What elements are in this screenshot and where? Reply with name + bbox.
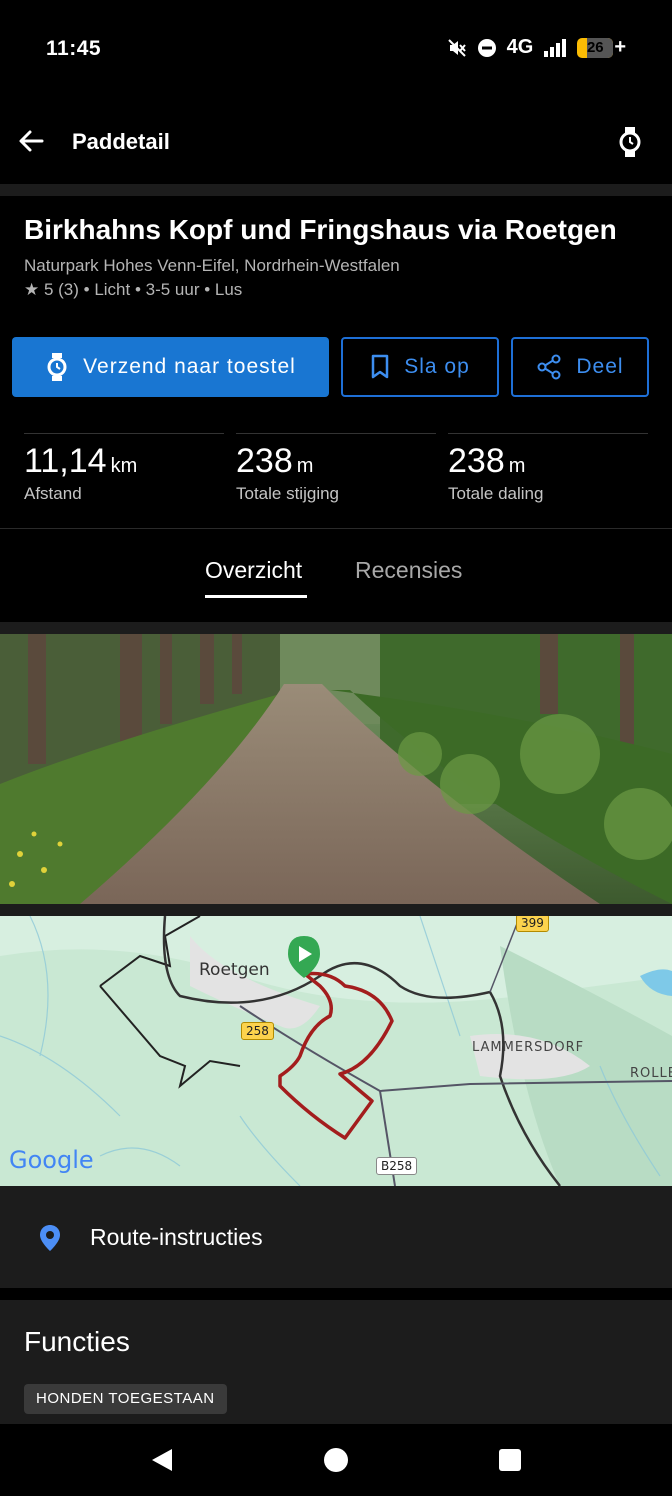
stat-descent: 238 m Totale daling bbox=[448, 433, 648, 513]
trail-location: Naturpark Hohes Venn-Eifel, Nordrhein-We… bbox=[24, 256, 400, 275]
circle-home-icon bbox=[324, 1448, 348, 1472]
status-time: 11:45 bbox=[46, 37, 102, 60]
active-tab-indicator bbox=[205, 595, 307, 598]
do-not-disturb-icon bbox=[477, 38, 497, 58]
send-to-device-label: Verzend naar toestel bbox=[83, 355, 296, 378]
features-title: Functies bbox=[24, 1326, 130, 1357]
nav-home-button[interactable] bbox=[322, 1446, 350, 1474]
divider bbox=[0, 904, 672, 916]
google-logo: Google bbox=[9, 1146, 94, 1174]
app-bar: Paddetail bbox=[0, 100, 672, 184]
stat-unit: km bbox=[110, 455, 138, 477]
share-button[interactable]: Deel bbox=[511, 337, 649, 397]
back-button[interactable] bbox=[16, 126, 46, 156]
stat-unit: m bbox=[508, 455, 526, 477]
stat-unit: m bbox=[296, 455, 314, 477]
watch-button[interactable] bbox=[616, 126, 644, 158]
watch-icon bbox=[619, 127, 641, 157]
stat-distance: 11,14 km Afstand bbox=[24, 433, 224, 513]
bookmark-icon bbox=[371, 354, 389, 379]
divider bbox=[0, 1288, 672, 1300]
send-to-device-button[interactable]: Verzend naar toestel bbox=[12, 337, 329, 397]
save-label: Sla op bbox=[404, 355, 470, 378]
page-title: Paddetail bbox=[72, 129, 170, 154]
stat-label: Afstand bbox=[24, 484, 82, 503]
stat-value: 11,14 bbox=[24, 442, 107, 480]
feature-chip: HONDEN TOEGESTAAN bbox=[24, 1384, 227, 1414]
stat-label: Totale daling bbox=[448, 484, 544, 503]
mute-icon bbox=[447, 38, 467, 58]
map-label-rolle: ROLLE bbox=[630, 1066, 672, 1081]
watch-icon bbox=[47, 353, 67, 381]
status-icons: 4G 26 + bbox=[447, 36, 626, 59]
nav-recents-button[interactable] bbox=[496, 1446, 524, 1474]
divider bbox=[0, 184, 672, 196]
tab-bar: Overzicht Recensies bbox=[0, 528, 672, 622]
trail-header: Birkhahns Kopf und Fringshaus via Roetge… bbox=[0, 196, 672, 528]
system-nav-bar bbox=[0, 1424, 672, 1496]
battery-level: 26 bbox=[586, 38, 604, 56]
tab-overview[interactable]: Overzicht bbox=[205, 557, 302, 584]
network-type: 4G bbox=[506, 36, 534, 58]
trail-photo[interactable] bbox=[0, 634, 672, 904]
route-instructions-row[interactable]: Route-instructies bbox=[0, 1186, 672, 1288]
map-road-b258: B258 bbox=[376, 1157, 418, 1175]
stat-value: 238 bbox=[448, 442, 505, 480]
tab-reviews[interactable]: Recensies bbox=[355, 557, 462, 584]
share-label: Deel bbox=[576, 355, 624, 378]
route-instructions-label: Route-instructies bbox=[90, 1224, 263, 1250]
save-button[interactable]: Sla op bbox=[341, 337, 499, 397]
map-road-258: 258 bbox=[241, 1022, 274, 1040]
arrow-left-icon bbox=[19, 130, 44, 152]
status-bar: 11:45 4G 26 + bbox=[0, 0, 672, 100]
battery-saver-indicator: + bbox=[614, 36, 626, 58]
share-icon bbox=[537, 354, 561, 380]
triangle-back-icon bbox=[152, 1449, 172, 1471]
stat-label: Totale stijging bbox=[236, 484, 340, 503]
trail-map[interactable]: Roetgen LAMMERSDORF ROLLE 399 258 B258 G… bbox=[0, 916, 672, 1186]
map-label-lammersdorf: LAMMERSDORF bbox=[472, 1040, 585, 1055]
divider bbox=[0, 622, 672, 634]
trail-meta: ★ 5 (3) • Licht • 3-5 uur • Lus bbox=[24, 280, 243, 299]
nav-back-button[interactable] bbox=[148, 1446, 176, 1474]
forest-path-image bbox=[0, 634, 672, 904]
stat-ascent: 238 m Totale stijging bbox=[236, 433, 436, 513]
map-label-roetgen: Roetgen bbox=[199, 960, 270, 980]
stat-value: 238 bbox=[236, 442, 293, 480]
signal-icon bbox=[543, 38, 567, 58]
location-pin-icon bbox=[38, 1224, 62, 1252]
features-section: Functies HONDEN TOEGESTAAN bbox=[0, 1300, 672, 1424]
trail-title: Birkhahns Kopf und Fringshaus via Roetge… bbox=[24, 214, 617, 245]
map-road-399: 399 bbox=[516, 916, 549, 932]
battery-icon: 26 + bbox=[577, 36, 626, 59]
square-recents-icon bbox=[499, 1449, 521, 1471]
